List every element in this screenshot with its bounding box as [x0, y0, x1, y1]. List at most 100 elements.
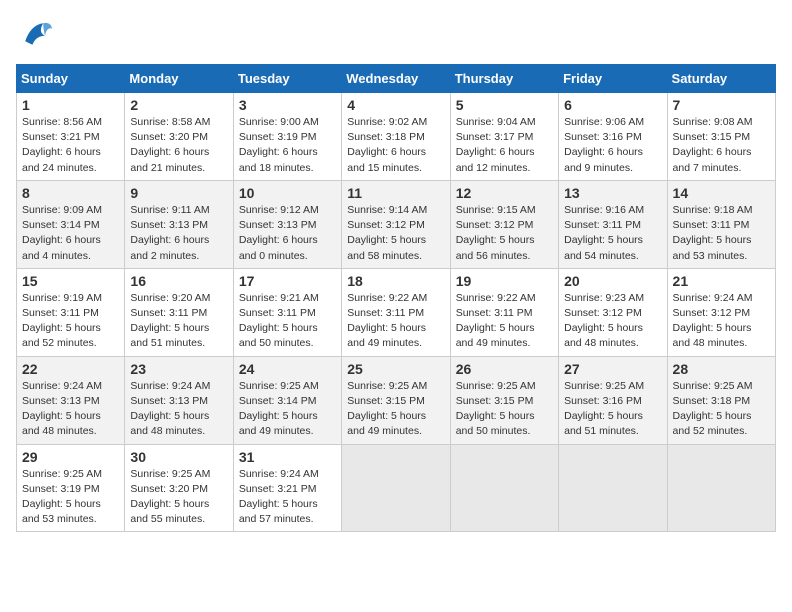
daylight-text-2: and 49 minutes. — [239, 424, 336, 439]
day-number: 8 — [22, 185, 119, 201]
day-number: 27 — [564, 361, 661, 377]
daylight-text: Daylight: 5 hours — [347, 233, 444, 248]
day-info: Sunrise: 9:14 AMSunset: 3:12 PMDaylight:… — [347, 203, 444, 264]
day-number: 12 — [456, 185, 553, 201]
calendar-cell: 2Sunrise: 8:58 AMSunset: 3:20 PMDaylight… — [125, 93, 233, 181]
day-info: Sunrise: 9:23 AMSunset: 3:12 PMDaylight:… — [564, 291, 661, 352]
daylight-text-2: and 54 minutes. — [564, 249, 661, 264]
daylight-text-2: and 52 minutes. — [22, 336, 119, 351]
sunset-text: Sunset: 3:20 PM — [130, 482, 227, 497]
sunrise-text: Sunrise: 9:25 AM — [22, 467, 119, 482]
logo — [16, 16, 54, 52]
day-info: Sunrise: 9:09 AMSunset: 3:14 PMDaylight:… — [22, 203, 119, 264]
day-number: 25 — [347, 361, 444, 377]
sunrise-text: Sunrise: 9:25 AM — [673, 379, 770, 394]
daylight-text: Daylight: 5 hours — [673, 233, 770, 248]
sunset-text: Sunset: 3:13 PM — [130, 394, 227, 409]
day-number: 5 — [456, 97, 553, 113]
day-info: Sunrise: 9:25 AMSunset: 3:16 PMDaylight:… — [564, 379, 661, 440]
weekday-header-monday: Monday — [125, 65, 233, 93]
daylight-text: Daylight: 5 hours — [239, 409, 336, 424]
sunrise-text: Sunrise: 9:25 AM — [456, 379, 553, 394]
sunset-text: Sunset: 3:11 PM — [564, 218, 661, 233]
daylight-text: Daylight: 5 hours — [130, 409, 227, 424]
daylight-text-2: and 18 minutes. — [239, 161, 336, 176]
day-info: Sunrise: 9:11 AMSunset: 3:13 PMDaylight:… — [130, 203, 227, 264]
calendar-cell: 22Sunrise: 9:24 AMSunset: 3:13 PMDayligh… — [17, 356, 125, 444]
day-info: Sunrise: 9:24 AMSunset: 3:12 PMDaylight:… — [673, 291, 770, 352]
daylight-text: Daylight: 5 hours — [239, 497, 336, 512]
daylight-text-2: and 15 minutes. — [347, 161, 444, 176]
daylight-text: Daylight: 6 hours — [456, 145, 553, 160]
daylight-text-2: and 4 minutes. — [22, 249, 119, 264]
day-number: 28 — [673, 361, 770, 377]
daylight-text: Daylight: 6 hours — [673, 145, 770, 160]
calendar-cell: 6 Sunrise: 9:06 AMSunset: 3:16 PMDaylight… — [559, 93, 667, 181]
daylight-text-2: and 48 minutes. — [564, 336, 661, 351]
sunrise-text: Sunrise: 9:11 AM — [130, 203, 227, 218]
sunset-text: Sunset: 3:12 PM — [673, 306, 770, 321]
sunrise-text: Sunrise: 9:16 AM — [564, 203, 661, 218]
daylight-text-2: and 24 minutes. — [22, 161, 119, 176]
day-number: 4 — [347, 97, 444, 113]
calendar-table: SundayMondayTuesdayWednesdayThursdayFrid… — [16, 64, 776, 532]
daylight-text-2: and 52 minutes. — [673, 424, 770, 439]
day-number: 20 — [564, 273, 661, 289]
weekday-header-tuesday: Tuesday — [233, 65, 341, 93]
sunrise-text: Sunrise: 9:24 AM — [239, 467, 336, 482]
sunset-text: Sunset: 3:15 PM — [347, 394, 444, 409]
sunrise-text: Sunrise: 9:21 AM — [239, 291, 336, 306]
daylight-text-2: and 48 minutes. — [130, 424, 227, 439]
calendar-cell: 10Sunrise: 9:12 AMSunset: 3:13 PMDayligh… — [233, 180, 341, 268]
sunset-text: Sunset: 3:21 PM — [22, 130, 119, 145]
day-info: Sunrise: 9:15 AMSunset: 3:12 PMDaylight:… — [456, 203, 553, 264]
calendar-cell: 21Sunrise: 9:24 AMSunset: 3:12 PMDayligh… — [667, 268, 775, 356]
day-number: 31 — [239, 449, 336, 465]
sunrise-text: Sunrise: 9:22 AM — [456, 291, 553, 306]
day-number: 17 — [239, 273, 336, 289]
day-info: Sunrise: 9:24 AMSunset: 3:21 PMDaylight:… — [239, 467, 336, 528]
calendar-cell: 11Sunrise: 9:14 AMSunset: 3:12 PMDayligh… — [342, 180, 450, 268]
daylight-text-2: and 49 minutes. — [347, 336, 444, 351]
sunrise-text: Sunrise: 9:25 AM — [130, 467, 227, 482]
daylight-text-2: and 48 minutes. — [673, 336, 770, 351]
day-info: Sunrise: 9:06 AMSunset: 3:16 PMDaylight:… — [564, 115, 661, 176]
daylight-text: Daylight: 5 hours — [347, 409, 444, 424]
calendar-cell — [450, 444, 558, 532]
calendar-cell: 8 Sunrise: 9:09 AMSunset: 3:14 PMDaylight… — [17, 180, 125, 268]
daylight-text: Daylight: 5 hours — [673, 321, 770, 336]
day-number: 3 — [239, 97, 336, 113]
day-info: Sunrise: 9:25 AMSunset: 3:14 PMDaylight:… — [239, 379, 336, 440]
sunrise-text: Sunrise: 9:06 AM — [564, 115, 661, 130]
sunrise-text: Sunrise: 8:58 AM — [130, 115, 227, 130]
daylight-text: Daylight: 5 hours — [673, 409, 770, 424]
sunset-text: Sunset: 3:18 PM — [673, 394, 770, 409]
calendar-cell: 15Sunrise: 9:19 AMSunset: 3:11 PMDayligh… — [17, 268, 125, 356]
day-number: 10 — [239, 185, 336, 201]
day-info: Sunrise: 9:25 AMSunset: 3:15 PMDaylight:… — [456, 379, 553, 440]
day-info: Sunrise: 9:25 AMSunset: 3:18 PMDaylight:… — [673, 379, 770, 440]
daylight-text: Daylight: 6 hours — [130, 233, 227, 248]
sunset-text: Sunset: 3:11 PM — [130, 306, 227, 321]
calendar-week-row: 1Sunrise: 8:56 AMSunset: 3:21 PMDaylight… — [17, 93, 776, 181]
sunset-text: Sunset: 3:14 PM — [22, 218, 119, 233]
daylight-text-2: and 12 minutes. — [456, 161, 553, 176]
weekday-header-thursday: Thursday — [450, 65, 558, 93]
daylight-text-2: and 53 minutes. — [22, 512, 119, 527]
calendar-cell — [667, 444, 775, 532]
calendar-cell: 26Sunrise: 9:25 AMSunset: 3:15 PMDayligh… — [450, 356, 558, 444]
sunset-text: Sunset: 3:20 PM — [130, 130, 227, 145]
daylight-text: Daylight: 5 hours — [347, 321, 444, 336]
sunrise-text: Sunrise: 9:24 AM — [673, 291, 770, 306]
calendar-cell: 4Sunrise: 9:02 AMSunset: 3:18 PMDaylight… — [342, 93, 450, 181]
sunrise-text: Sunrise: 9:12 AM — [239, 203, 336, 218]
day-number: 6 — [564, 97, 661, 113]
sunset-text: Sunset: 3:16 PM — [564, 394, 661, 409]
daylight-text-2: and 7 minutes. — [673, 161, 770, 176]
day-number: 9 — [130, 185, 227, 201]
calendar-cell: 31 Sunrise: 9:24 AMSunset: 3:21 PMDayligh… — [233, 444, 341, 532]
sunrise-text: Sunrise: 9:25 AM — [239, 379, 336, 394]
daylight-text: Daylight: 5 hours — [130, 497, 227, 512]
daylight-text-2: and 9 minutes. — [564, 161, 661, 176]
sunrise-text: Sunrise: 9:25 AM — [347, 379, 444, 394]
